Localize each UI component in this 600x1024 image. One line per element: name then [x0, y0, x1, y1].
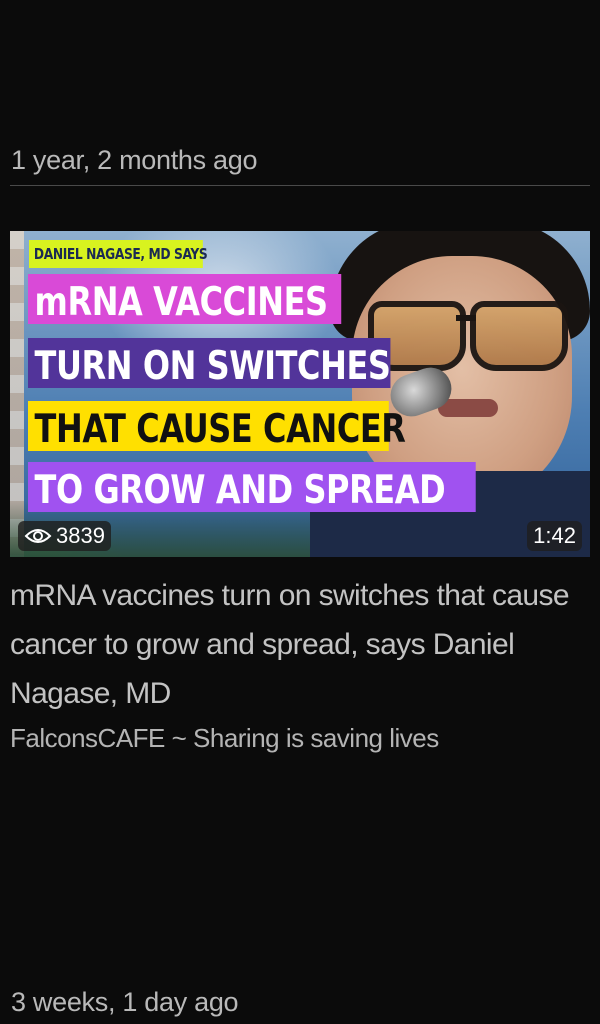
view-count: 3839: [56, 523, 105, 548]
divider: [10, 185, 590, 186]
thumbnail-headline-line-2: TURN ON SWITCHES: [28, 338, 391, 388]
thumbnail-headline-line-4: TO GROW AND SPREAD: [28, 462, 476, 512]
video-card[interactable]: DANIEL NAGASE, MD SAYS mRNA VACCINES TUR…: [10, 231, 590, 758]
feed-page: 1 year, 2 months ago DANIEL NAGASE, MD S…: [0, 0, 600, 1024]
channel-name[interactable]: FalconsCAFE ~ Sharing is saving lives: [10, 718, 590, 758]
video-title[interactable]: mRNA vaccines turn on switches that caus…: [10, 571, 590, 718]
video-duration: 1:42: [527, 521, 582, 551]
post-timestamp: 1 year, 2 months ago: [11, 145, 258, 175]
next-post-timestamp: 3 weeks, 1 day ago: [11, 987, 239, 1017]
video-thumbnail[interactable]: DANIEL NAGASE, MD SAYS mRNA VACCINES TUR…: [10, 231, 590, 557]
view-count-badge: 3839: [18, 521, 111, 551]
thumbnail-headline-line-1: mRNA VACCINES: [28, 274, 342, 324]
thumbnail-tag: DANIEL NAGASE, MD SAYS: [29, 240, 208, 268]
thumbnail-headline-line-3: THAT CAUSE CANCER: [28, 401, 406, 451]
eye-icon: [24, 527, 52, 545]
